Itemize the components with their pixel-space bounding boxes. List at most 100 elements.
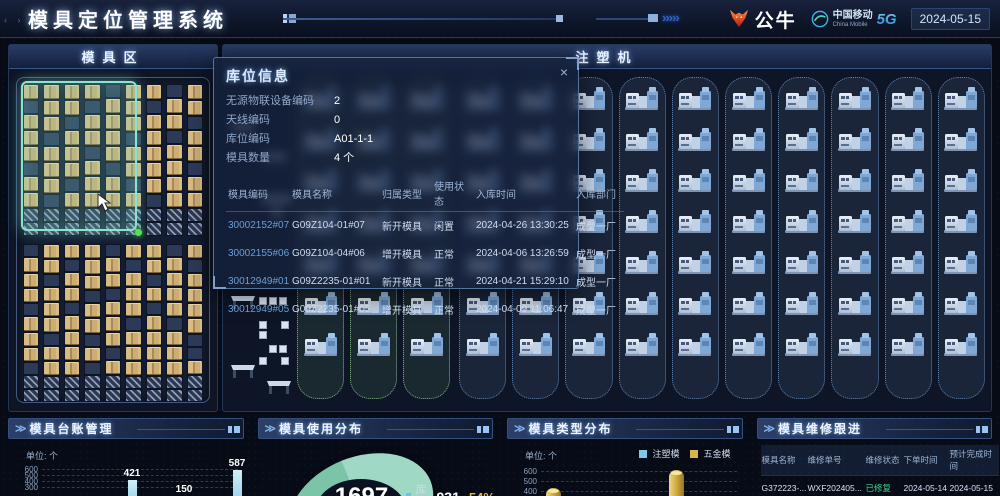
machine-column[interactable] (778, 77, 825, 399)
storage-rack[interactable] (146, 84, 162, 236)
injection-machine-icon[interactable] (890, 209, 926, 235)
injection-machine-icon[interactable] (943, 86, 979, 112)
injection-machine-icon[interactable] (890, 250, 926, 276)
storage-rack[interactable] (43, 244, 59, 402)
popup-table-row[interactable]: 30002155#06G09Z104-04#06增开模具正常2024-04-06… (226, 240, 624, 268)
injection-machine-icon[interactable] (518, 332, 554, 358)
injection-machine-icon[interactable] (409, 332, 445, 358)
storage-rack[interactable] (105, 244, 121, 402)
machine-column[interactable] (619, 77, 666, 399)
popup-table-cell: 2024-04-06 13:26:59 (474, 240, 574, 268)
injection-machine-icon[interactable] (677, 127, 713, 153)
injection-machine-icon[interactable] (677, 86, 713, 112)
injection-machine-icon[interactable] (624, 86, 660, 112)
injection-machine-icon[interactable] (943, 127, 979, 153)
type-bar[interactable] (546, 488, 561, 496)
injection-machine-icon[interactable] (890, 86, 926, 112)
rack-cell (167, 85, 181, 97)
machine-column[interactable] (672, 77, 719, 399)
injection-machine-icon[interactable] (731, 86, 767, 112)
selected-rack-highlight[interactable] (21, 81, 137, 231)
injection-machine-icon[interactable] (731, 332, 767, 358)
machine-column[interactable] (885, 77, 932, 399)
rack-cell (147, 377, 161, 388)
injection-machine-icon[interactable] (677, 250, 713, 276)
popup-table-row[interactable]: 30012949#05G09Z2235-01#05增开模具正常2024-04-0… (226, 296, 624, 324)
injection-machine-icon[interactable] (677, 291, 713, 317)
storage-rack[interactable] (166, 84, 182, 236)
storage-rack[interactable] (187, 84, 203, 236)
injection-machine-icon[interactable] (465, 332, 501, 358)
storage-rack[interactable] (23, 244, 39, 402)
storage-rack[interactable] (64, 244, 80, 402)
injection-machine-icon[interactable] (303, 332, 339, 358)
injection-machine-icon[interactable] (837, 127, 873, 153)
repair-table-header: 模具名称 (761, 445, 807, 476)
injection-machine-icon[interactable] (943, 250, 979, 276)
injection-machine-icon[interactable] (677, 209, 713, 235)
injection-machine-icon[interactable] (731, 168, 767, 194)
rack-cell (126, 390, 140, 401)
injection-machine-icon[interactable] (837, 250, 873, 276)
type-bar[interactable] (669, 470, 684, 496)
rack-cell (188, 85, 202, 99)
injection-machine-icon[interactable] (890, 332, 926, 358)
storage-rack[interactable] (125, 244, 141, 402)
machine-column[interactable] (725, 77, 772, 399)
injection-machine-icon[interactable] (784, 86, 820, 112)
injection-machine-icon[interactable] (624, 291, 660, 317)
machine-column[interactable] (831, 77, 878, 399)
injection-machine-icon[interactable] (624, 250, 660, 276)
injection-machine-icon[interactable] (731, 209, 767, 235)
header-slider-handle-2-icon[interactable] (648, 14, 658, 22)
storage-rack[interactable] (187, 244, 203, 402)
usage-panel-header: ≫ 模具使用分布 (258, 418, 494, 439)
injection-machine-icon[interactable] (837, 332, 873, 358)
injection-machine-icon[interactable] (943, 168, 979, 194)
rack-cell (85, 304, 99, 317)
injection-machine-icon[interactable] (784, 332, 820, 358)
injection-machine-icon[interactable] (731, 127, 767, 153)
rack-cell (167, 332, 181, 345)
storage-rack[interactable] (166, 244, 182, 402)
injection-machine-icon[interactable] (624, 168, 660, 194)
ledger-bar-value: 587 (229, 458, 246, 469)
injection-machine-icon[interactable] (731, 250, 767, 276)
injection-machine-icon[interactable] (624, 209, 660, 235)
injection-machine-icon[interactable] (731, 291, 767, 317)
injection-machine-icon[interactable] (837, 168, 873, 194)
injection-machine-icon[interactable] (784, 209, 820, 235)
storage-rack[interactable] (84, 244, 100, 402)
close-icon[interactable]: × (560, 64, 568, 80)
rack-cell (126, 332, 140, 345)
injection-machine-icon[interactable] (624, 332, 660, 358)
injection-machine-icon[interactable] (677, 332, 713, 358)
injection-machine-icon[interactable] (890, 127, 926, 153)
injection-machine-icon[interactable] (356, 332, 392, 358)
injection-machine-icon[interactable] (784, 168, 820, 194)
storage-rack[interactable] (146, 244, 162, 402)
injection-machine-icon[interactable] (943, 332, 979, 358)
repair-table-row[interactable]: G372223-...WXF202405...已修复2024-05-142024… (761, 476, 999, 496)
injection-machine-icon[interactable] (677, 168, 713, 194)
panel-arrow-icon: ≫ (514, 422, 524, 435)
injection-machine-icon[interactable] (571, 332, 607, 358)
injection-machine-icon[interactable] (624, 127, 660, 153)
popup-table-row[interactable]: 30002152#07G09Z104-01#07新开模具闲置2024-04-26… (226, 212, 624, 241)
ledger-bar[interactable] (233, 470, 242, 496)
injection-machine-icon[interactable] (784, 127, 820, 153)
rack-cell (85, 291, 99, 302)
injection-machine-icon[interactable] (837, 86, 873, 112)
injection-machine-icon[interactable] (784, 291, 820, 317)
rack-cell (44, 318, 58, 331)
injection-machine-icon[interactable] (837, 209, 873, 235)
machine-column[interactable] (938, 77, 985, 399)
injection-machine-icon[interactable] (890, 291, 926, 317)
ledger-bar[interactable] (128, 480, 137, 496)
injection-machine-icon[interactable] (943, 291, 979, 317)
injection-machine-icon[interactable] (784, 250, 820, 276)
injection-machine-icon[interactable] (943, 209, 979, 235)
injection-machine-icon[interactable] (837, 291, 873, 317)
injection-machine-icon[interactable] (890, 168, 926, 194)
popup-table-row[interactable]: 30012949#01G09Z2235-01#01新开模具正常2024-04-2… (226, 268, 624, 296)
